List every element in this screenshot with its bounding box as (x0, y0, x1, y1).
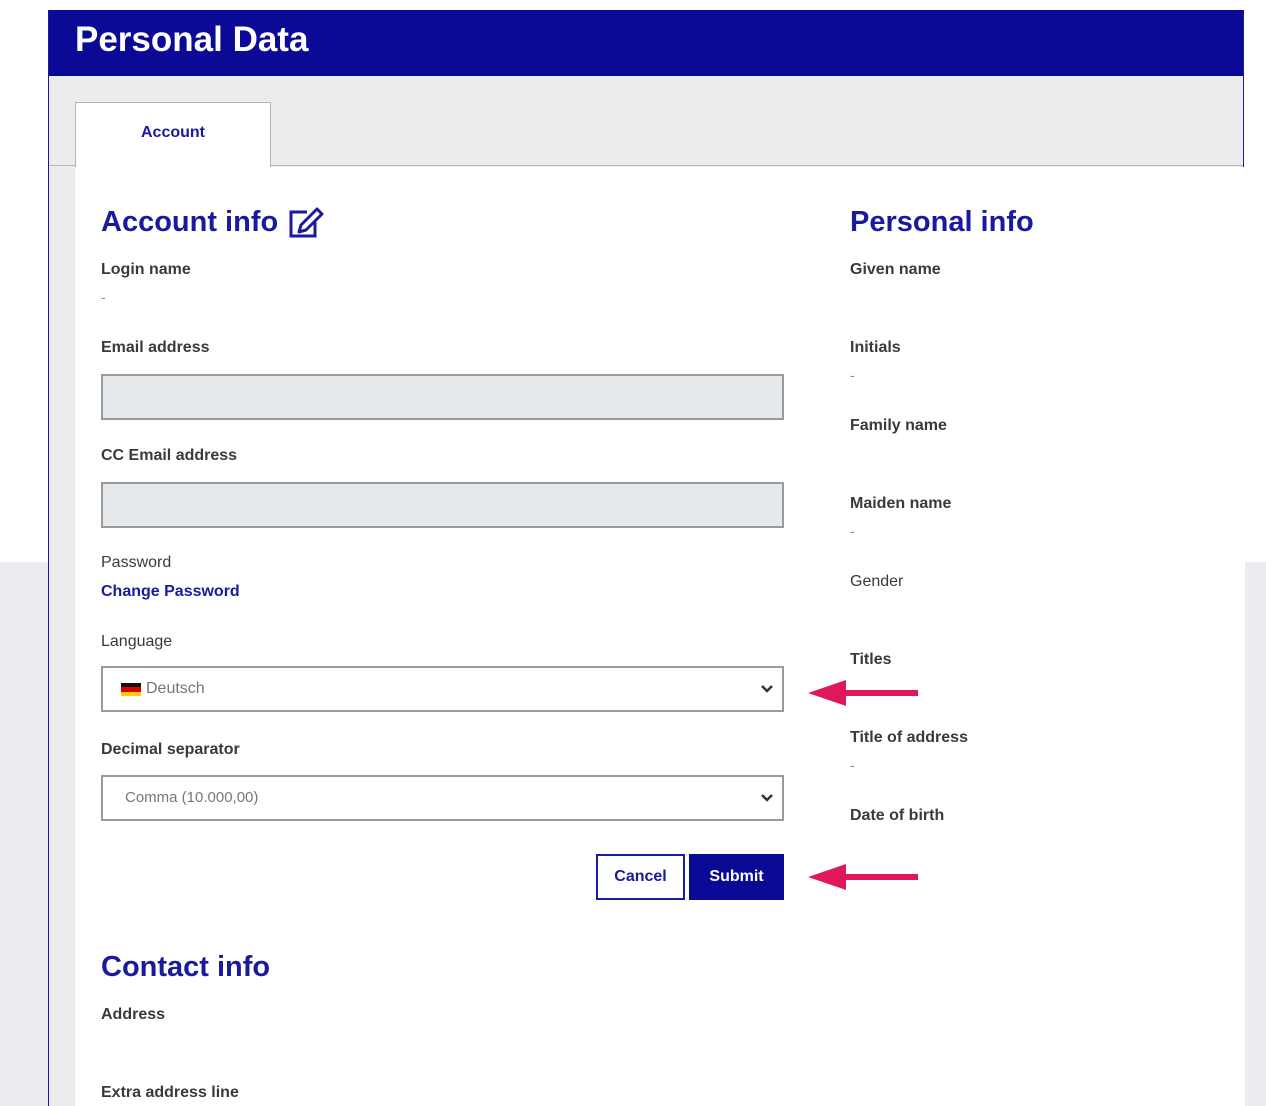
arrow-left-icon (808, 678, 920, 713)
email-label: Email address (101, 339, 210, 356)
account-panel: Account info Login name - Email address … (75, 167, 1245, 1106)
cancel-button[interactable]: Cancel (596, 854, 685, 900)
title-of-address-value: - (850, 757, 855, 773)
personal-info-heading: Personal info (850, 206, 1034, 238)
tab-strip: Account (49, 76, 1243, 167)
password-label: Password (101, 554, 172, 571)
tab-account[interactable]: Account (75, 102, 271, 167)
chevron-down-icon (760, 790, 774, 809)
submit-button[interactable]: Submit (689, 854, 784, 900)
cc-email-label: CC Email address (101, 447, 238, 464)
title-of-address-label: Title of address (850, 729, 968, 746)
maiden-name-label: Maiden name (850, 495, 952, 512)
family-name-label: Family name (850, 417, 947, 434)
given-name-label: Given name (850, 261, 941, 278)
titles-label: Titles (850, 651, 892, 668)
extra-address-line-label: Extra address line (101, 1084, 239, 1101)
page-title: Personal Data (75, 20, 309, 59)
email-field[interactable] (101, 374, 784, 420)
arrow-left-icon (808, 862, 920, 897)
de-flag-icon (121, 683, 141, 696)
decimal-separator-select[interactable]: Comma (10.000,00) (101, 775, 784, 821)
address-label: Address (101, 1006, 166, 1023)
login-name-label: Login name (101, 261, 191, 278)
change-password-link[interactable]: Change Password (101, 583, 240, 601)
language-selected-value: Deutsch (146, 680, 205, 697)
edit-icon[interactable] (287, 207, 325, 244)
maiden-name-value: - (850, 523, 855, 539)
login-name-value: - (101, 289, 106, 305)
language-label: Language (101, 633, 173, 650)
gender-label: Gender (850, 573, 904, 590)
initials-label: Initials (850, 339, 901, 356)
decimal-separator-label: Decimal separator (101, 741, 240, 758)
initials-value: - (850, 367, 855, 383)
chevron-down-icon (760, 681, 774, 700)
date-of-birth-label: Date of birth (850, 807, 945, 824)
personal-data-window: Personal Data Account Account info Login… (48, 10, 1245, 1106)
account-info-heading: Account info (101, 206, 279, 238)
language-select[interactable]: Deutsch (101, 666, 784, 712)
title-bar: Personal Data (49, 10, 1243, 76)
cc-email-field[interactable] (101, 482, 784, 528)
decimal-separator-selected-value: Comma (10.000,00) (125, 789, 259, 806)
contact-info-heading: Contact info (101, 951, 271, 983)
